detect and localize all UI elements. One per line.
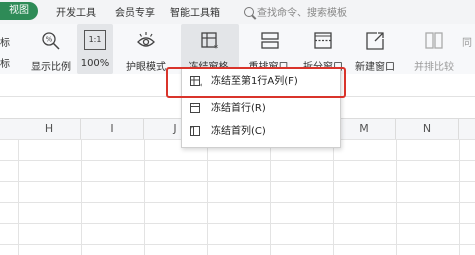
rearrange-windows-icon — [261, 32, 279, 49]
menu-bar: 视图 开发工具 会员专享 智能工具箱 查找命令、搜索模板 — [0, 0, 475, 24]
search-placeholder: 查找命令、搜索模板 — [257, 8, 347, 19]
column-header-i[interactable]: I — [81, 119, 144, 139]
freeze-panes-icon: * — [201, 32, 219, 52]
svg-text:%: % — [46, 36, 53, 44]
new-window-button[interactable]: 新建窗口 — [350, 24, 400, 74]
zoom-percent-icon: % — [42, 32, 60, 50]
freeze-row-icon: * — [190, 103, 200, 113]
freeze-first-column-item[interactable]: * 冻结首列(C) — [182, 121, 340, 143]
tab-view[interactable]: 视图 — [0, 2, 38, 20]
partial-right-label: 同 — [462, 38, 472, 49]
eye-protection-label: 护眼模式 — [126, 62, 166, 73]
zoom-100-button[interactable]: 1:1 100% — [77, 24, 113, 74]
display-ratio-label: 显示比例 — [31, 62, 71, 73]
column-header-m[interactable]: M — [333, 119, 396, 139]
zoom-100-label: 100% — [80, 58, 110, 69]
column-header-n[interactable]: N — [396, 119, 459, 139]
partial-left-button[interactable]: 标 标 — [0, 24, 16, 74]
column-header-h[interactable]: H — [18, 119, 81, 139]
search-icon — [244, 7, 254, 17]
freeze-first-column-label: 冻结首列(C) — [211, 126, 266, 137]
split-window-icon — [314, 32, 332, 49]
cell-grid[interactable] — [0, 139, 475, 255]
side-by-side-button[interactable]: 并排比较 — [408, 24, 460, 74]
svg-text:*: * — [214, 44, 219, 52]
command-search[interactable]: 查找命令、搜索模板 — [244, 4, 347, 19]
new-window-icon — [366, 32, 384, 50]
highlight-box — [166, 67, 346, 98]
partial-right-button[interactable]: 同 — [462, 24, 475, 74]
tab-member-exclusive[interactable]: 会员专享 — [115, 4, 155, 19]
side-by-side-label: 并排比较 — [414, 62, 454, 73]
eye-icon — [137, 32, 155, 47]
tab-developer-tools[interactable]: 开发工具 — [56, 4, 96, 19]
partial-left-label-1: 标 — [0, 38, 10, 49]
side-by-side-icon — [425, 32, 443, 49]
freeze-column-icon: * — [190, 126, 200, 136]
display-ratio-button[interactable]: % 显示比例 — [28, 24, 74, 74]
freeze-first-row-item[interactable]: * 冻结首行(R) — [182, 98, 340, 120]
freeze-first-row-label: 冻结首行(R) — [211, 103, 266, 114]
new-window-label: 新建窗口 — [355, 62, 395, 73]
tab-smart-toolbox[interactable]: 智能工具箱 — [170, 4, 220, 19]
partial-left-label-2: 标 — [0, 59, 10, 70]
zoom-1-1-icon: 1:1 — [84, 30, 106, 50]
eye-protection-button[interactable]: 护眼模式 — [123, 24, 169, 74]
